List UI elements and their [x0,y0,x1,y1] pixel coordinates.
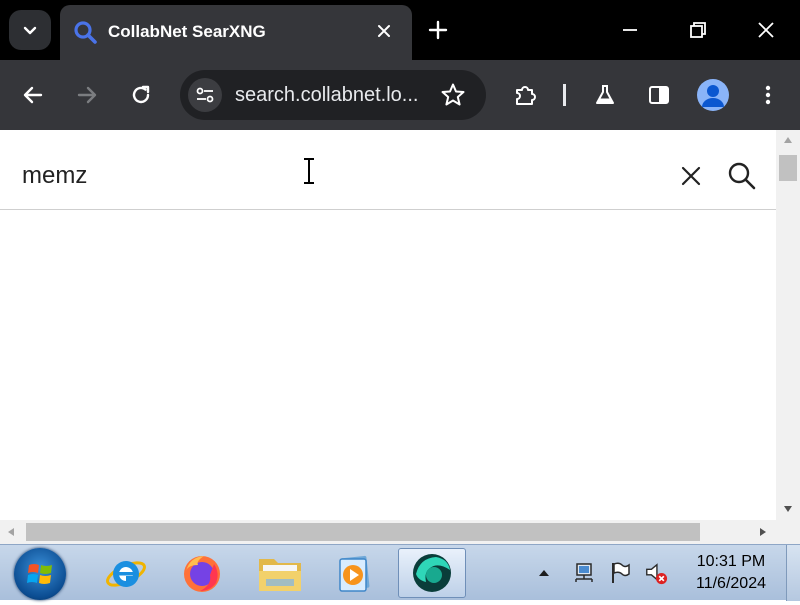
page-content: memz [0,130,776,520]
tray-network[interactable] [572,561,596,585]
url-text: search.collabnet.lo... [235,84,419,106]
vertical-scroll-thumb[interactable] [779,155,797,181]
scroll-left-icon[interactable] [6,527,16,537]
clock-date: 11/6/2024 [696,575,766,592]
search-input[interactable]: memz [22,162,87,190]
flask-icon [596,85,614,104]
side-panel-button[interactable] [644,80,674,110]
close-icon [758,22,774,38]
toolbar-divider [563,84,566,106]
restore-icon [690,22,706,38]
minimize-icon [623,29,637,31]
taskbar: 10:31 PM 11/6/2024 [0,544,800,601]
internet-explorer-icon [106,561,146,587]
network-icon [575,563,593,582]
tab-strip: CollabNet SearXNG [0,0,800,60]
media-player-icon [339,555,370,592]
taskbar-firefox[interactable] [168,548,236,598]
arrow-left-icon [23,86,43,104]
text-cursor-icon [304,158,314,184]
reload-button[interactable] [126,80,156,110]
search-icon [74,21,97,44]
browser-app-icon [413,554,451,592]
scroll-down-icon[interactable] [783,504,793,514]
close-window-button[interactable] [748,12,784,48]
person-icon [702,85,724,107]
taskbar-internet-explorer[interactable] [92,548,160,598]
chevron-up-icon [539,570,549,576]
tray-volume[interactable] [644,561,668,585]
minimize-button[interactable] [612,12,648,48]
arrow-right-icon [77,86,97,104]
plus-icon [428,20,448,40]
start-button[interactable] [14,548,66,600]
taskbar-media-player[interactable] [320,548,388,598]
back-button[interactable] [18,80,48,110]
horizontal-scroll-thumb[interactable] [26,523,700,541]
close-icon [378,25,390,37]
folder-icon [259,559,301,591]
horizontal-scrollbar[interactable] [0,520,800,544]
vertical-scrollbar[interactable] [776,130,800,520]
show-hidden-icons-button[interactable] [532,561,556,585]
browser-tab[interactable]: CollabNet SearXNG [60,5,412,60]
browser-toolbar: search.collabnet.lo... [0,60,800,130]
system-clock[interactable]: 10:31 PM 11/6/2024 [686,551,776,595]
more-vertical-icon [765,85,771,105]
bookmark-star-icon[interactable] [440,82,466,108]
chevron-down-icon [23,26,37,35]
tab-title: CollabNet SearXNG [108,22,266,41]
firefox-icon [184,556,220,592]
search-submit-button[interactable] [726,160,758,192]
site-info-button[interactable] [188,78,222,112]
tray-action-center[interactable] [608,561,632,585]
side-panel-icon [649,86,669,104]
show-desktop-button[interactable] [786,545,800,601]
search-bar: memz [0,130,776,210]
forward-button[interactable] [72,80,102,110]
extensions-button[interactable] [511,80,541,110]
reload-icon [132,85,150,104]
scroll-right-icon[interactable] [758,527,768,537]
tab-close-button[interactable] [372,19,396,43]
new-tab-button[interactable] [424,16,452,44]
tab-search-button[interactable] [9,10,51,50]
labs-button[interactable] [590,80,620,110]
flag-icon [612,562,630,583]
profile-avatar[interactable] [697,79,729,111]
clear-search-button[interactable] [678,163,704,189]
taskbar-file-explorer[interactable] [246,548,314,598]
address-bar[interactable]: search.collabnet.lo... [180,70,486,120]
browser-menu-button[interactable] [753,80,783,110]
puzzle-icon [516,86,536,105]
restore-button[interactable] [680,12,716,48]
taskbar-active-browser[interactable] [398,548,466,598]
clock-time: 10:31 PM [696,553,766,570]
windows-logo-icon [27,564,52,584]
scroll-up-icon[interactable] [783,135,793,145]
volume-muted-icon [646,563,668,585]
tune-icon [196,87,214,103]
